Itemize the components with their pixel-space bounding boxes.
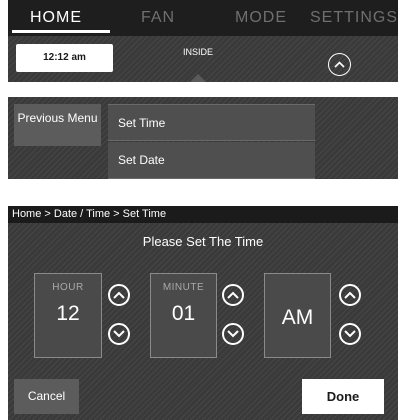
home-screen-panel: HOME FAN MODE SETTINGS 12:12 am INSIDE [8,0,398,82]
menu-item-set-time[interactable]: Set Time [108,104,315,141]
chevron-up-icon [344,291,356,299]
chevron-up-icon [227,291,239,299]
minute-field: MINUTE 01 [150,273,217,358]
chevron-down-icon [113,330,125,338]
tab-fan[interactable]: FAN [118,0,198,36]
cancel-button[interactable]: Cancel [14,379,79,414]
tab-mode[interactable]: MODE [216,0,306,36]
chevron-up-icon [113,291,125,299]
page-title: Please Set The Time [142,234,264,249]
chevron-down-icon [344,330,356,338]
minute-down-button[interactable] [222,323,244,345]
chevron-down-icon [227,330,239,338]
ampm-value: AM [281,306,314,329]
current-time-display[interactable]: 12:12 am [16,44,113,72]
breadcrumb: Home > Date / Time > Set Time [8,206,398,223]
tab-bar: HOME FAN MODE SETTINGS [8,0,398,36]
minute-label: MINUTE [162,282,205,293]
previous-menu-button[interactable]: Previous Menu [14,104,101,146]
inside-label: INSIDE [182,47,213,57]
ampm-down-button[interactable] [339,323,361,345]
minute-value: 01 [171,302,196,325]
set-time-panel: Home > Date / Time > Set Time Please Set… [8,206,398,420]
status-row: 12:12 am INSIDE [8,36,398,82]
minute-up-button[interactable] [222,284,244,306]
menu-item-set-date[interactable]: Set Date [108,142,315,179]
hour-value: 12 [56,302,80,325]
chevron-up-icon[interactable] [328,53,351,76]
hour-up-button[interactable] [108,284,130,306]
active-tab-indicator [12,30,110,33]
tab-settings[interactable]: SETTINGS [310,0,398,36]
done-button[interactable]: Done [302,379,384,414]
ampm-field: AM [264,273,331,358]
ampm-up-button[interactable] [339,284,361,306]
date-time-menu-panel: Previous Menu Set Time Set Date [8,97,398,179]
hour-label: HOUR [52,282,84,293]
hour-down-button[interactable] [108,323,130,345]
pointer-triangle-icon [190,74,206,82]
hour-field: HOUR 12 [34,273,102,358]
